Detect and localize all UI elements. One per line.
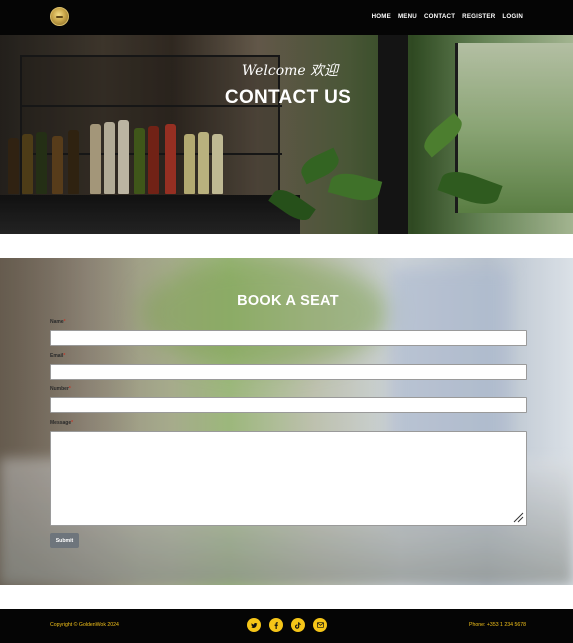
number-label: Number* <box>50 386 71 392</box>
message-label: Message* <box>50 420 74 426</box>
phone-text: Phone: +353 1 234 5678 <box>469 622 526 628</box>
booking-form-title: BOOK A SEAT <box>237 293 339 309</box>
nav-link-home[interactable]: HOME <box>372 13 391 20</box>
page-title: CONTACT US <box>224 87 352 108</box>
social-links <box>247 618 327 632</box>
tiktok-icon[interactable] <box>291 618 305 632</box>
number-field[interactable] <box>50 397 527 413</box>
nav-link-menu[interactable]: MENU <box>398 13 417 20</box>
submit-button[interactable]: Submit <box>50 533 79 548</box>
navbar: HOME MENU CONTACT REGISTER LOGIN <box>0 0 573 35</box>
nav-link-register[interactable]: REGISTER <box>462 13 495 20</box>
email-icon[interactable] <box>313 618 327 632</box>
email-field[interactable] <box>50 364 527 380</box>
hero-welcome-text: Welcome 欢迎 <box>241 63 339 79</box>
name-label: Name* <box>50 319 66 325</box>
email-label: Email* <box>50 353 66 359</box>
nav-links: HOME MENU CONTACT REGISTER LOGIN <box>372 13 523 20</box>
message-textarea[interactable] <box>50 431 527 526</box>
footer: Copyright © GoldenWok 2024 Phone: +353 1… <box>0 609 573 643</box>
name-field[interactable] <box>50 330 527 346</box>
booking-section: BOOK A SEAT Name* Email* Number* Message… <box>0 258 573 585</box>
nav-link-contact[interactable]: CONTACT <box>424 13 455 20</box>
nav-link-login[interactable]: LOGIN <box>502 13 523 20</box>
copyright-text: Copyright © GoldenWok 2024 <box>50 622 119 628</box>
twitter-icon[interactable] <box>247 618 261 632</box>
hero-banner: Welcome 欢迎 CONTACT US <box>0 35 573 234</box>
resize-grip-icon[interactable] <box>512 511 524 523</box>
golden-wok-logo[interactable] <box>50 7 69 26</box>
facebook-icon[interactable] <box>269 618 283 632</box>
